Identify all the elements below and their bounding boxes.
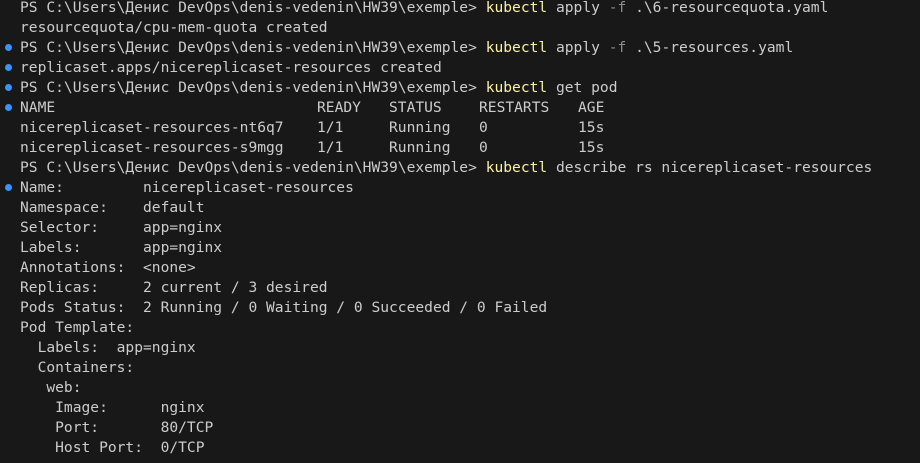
pod-status: Running [389, 119, 451, 136]
column-header-age: AGE [578, 99, 605, 116]
pod-restarts: 0 [479, 119, 488, 136]
describe-line: Labels: app=nginx [20, 239, 223, 256]
command-line: PS C:\Users\Денис DevOps\denis-vedenin\H… [20, 78, 618, 98]
describe-line: Pod Template: [20, 319, 135, 336]
describe-line: Name: nicereplicaset-resources [20, 179, 354, 196]
describe-line: Replicas: 2 current / 3 desired [20, 279, 328, 296]
prompt: PS C:\Users\Денис DevOps\denis-vedenin\H… [20, 39, 477, 56]
command-status-dot[interactable] [5, 104, 12, 111]
command-args: describe rs nicereplicaset-resources [547, 159, 873, 176]
pod-ready: 1/1 [317, 139, 344, 156]
pod-ready: 1/1 [317, 119, 344, 136]
command-args: get pod [547, 79, 618, 96]
command-args: apply [547, 0, 609, 16]
column-header-name: NAME [20, 99, 56, 116]
output-line: replicaset.apps/nicereplicaset-resources… [20, 59, 442, 76]
output-line: resourcequota/cpu-mem-quota created [20, 19, 328, 36]
command-args: .\5-resources.yaml [626, 39, 794, 56]
describe-line: Containers: [20, 359, 135, 376]
terminal-panel[interactable]: PS C:\Users\Денис DevOps\denis-vedenin\H… [0, 0, 920, 463]
command-name: kubectl [485, 159, 548, 176]
describe-line: Pods Status: 2 Running / 0 Waiting / 0 S… [20, 299, 548, 316]
describe-line: Labels: app=nginx [20, 339, 196, 356]
column-header-ready: READY [317, 99, 361, 116]
pod-name: nicereplicaset-resources-s9mgg [20, 139, 284, 156]
command-status-dot[interactable] [5, 64, 12, 71]
prompt: PS C:\Users\Денис DevOps\denis-vedenin\H… [20, 0, 477, 16]
pod-age: 15s [578, 119, 605, 136]
describe-line: Host Port: 0/TCP [20, 439, 205, 456]
command-status-dot[interactable] [5, 84, 12, 91]
command-status-dot[interactable] [5, 184, 12, 191]
prompt: PS C:\Users\Денис DevOps\denis-vedenin\H… [20, 79, 477, 96]
prompt: PS C:\Users\Денис DevOps\denis-vedenin\H… [20, 159, 477, 176]
command-line: PS C:\Users\Денис DevOps\denis-vedenin\H… [20, 158, 872, 178]
command-status-dot[interactable] [5, 44, 12, 51]
command-flag: -f [608, 0, 627, 16]
pod-status: Running [389, 139, 451, 156]
table-row: nicereplicaset-resources-nt6q7 1/1 Runni… [20, 118, 920, 138]
command-args: apply [547, 39, 609, 56]
describe-line: Port: 80/TCP [20, 419, 214, 436]
describe-line: web: [20, 379, 82, 396]
column-header-restarts: RESTARTS [479, 99, 550, 116]
command-name: kubectl [485, 0, 548, 16]
command-args: .\6-resourcequota.yaml [626, 0, 829, 16]
pod-name: nicereplicaset-resources-nt6q7 [20, 119, 284, 136]
command-name: kubectl [485, 39, 548, 56]
pod-restarts: 0 [479, 139, 488, 156]
describe-line: Namespace: default [20, 199, 205, 216]
describe-line: Annotations: <none> [20, 259, 196, 276]
column-header-status: STATUS [389, 99, 442, 116]
command-line: PS C:\Users\Денис DevOps\denis-vedenin\H… [20, 0, 828, 18]
table-row: nicereplicaset-resources-s9mgg 1/1 Runni… [20, 138, 920, 158]
describe-line: Image: nginx [20, 399, 205, 416]
command-flag: -f [608, 39, 627, 56]
command-name: kubectl [485, 79, 548, 96]
table-header: NAME READY STATUS RESTARTS AGE [20, 98, 920, 118]
describe-line: Selector: app=nginx [20, 219, 223, 236]
pod-age: 15s [578, 139, 605, 156]
command-line: PS C:\Users\Денис DevOps\denis-vedenin\H… [20, 38, 793, 58]
